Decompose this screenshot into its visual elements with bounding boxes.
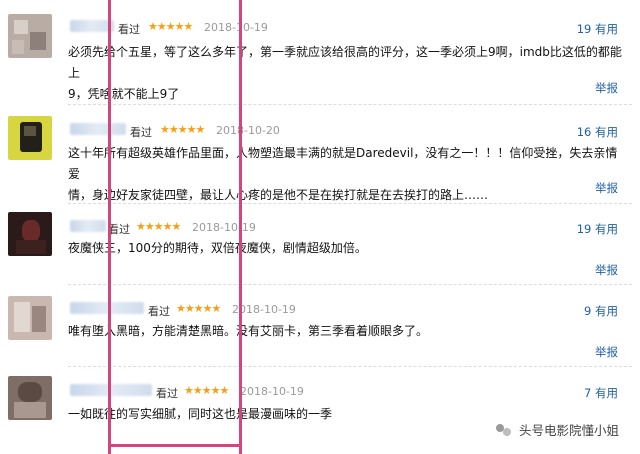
watched-label: 看过 [130,126,152,139]
useful-votes-button[interactable]: 16 有用 [577,124,618,140]
useful-votes-button[interactable]: 19 有用 [577,221,618,237]
review-date: 2018-10-19 [232,303,296,316]
review-date: 2018-10-19 [204,21,268,34]
report-link[interactable]: 举报 [595,80,618,96]
avatar[interactable] [8,116,52,160]
username[interactable] [70,302,144,314]
highlight-box-bottom [108,444,242,447]
watched-label: 看过 [156,387,178,400]
rating-stars: ★★★★★ [148,20,193,33]
review-line: 夜魔侠三，100分的期待，双倍夜魔侠，剧情超级加倍。 [68,241,367,255]
rating-stars: ★★★★★ [176,302,221,315]
report-link[interactable]: 举报 [595,262,618,278]
username[interactable] [70,123,126,135]
review-date: 2018-10-19 [240,385,304,398]
watched-label: 看过 [118,23,140,36]
divider [68,366,632,367]
review-date: 2018-10-19 [192,221,256,234]
avatar[interactable] [8,212,52,256]
chat-bubbles-icon [496,423,514,437]
avatar[interactable] [8,376,52,420]
review-content: 夜魔侠三，100分的期待，双倍夜魔侠，剧情超级加倍。 [68,238,624,259]
avatar[interactable] [8,296,52,340]
review-content: 这十年所有超级英雄作品里面，人物塑造最丰满的就是Daredevil，没有之一！！… [68,143,624,206]
review-content: 必须先给个五星，等了这么多年了，第一季就应该给很高的评分，这一季必须上9啊，im… [68,42,624,105]
rating-stars: ★★★★★ [184,384,229,397]
review-date: 2018-10-20 [216,124,280,137]
avatar[interactable] [8,14,52,58]
review-line: 必须先给个五星，等了这么多年了，第一季就应该给很高的评分，这一季必须上9啊，im… [68,45,622,80]
useful-votes-button[interactable]: 7 有用 [584,385,618,401]
watermark-text: 头号电影院懂小姐 [519,423,620,438]
username[interactable] [70,384,152,396]
divider [68,284,632,285]
report-link[interactable]: 举报 [595,344,618,360]
review-content: 唯有堕入黑暗，方能清楚黑暗。没有艾丽卡，第三季看着顺眼多了。 [68,321,624,342]
rating-stars: ★★★★★ [136,220,181,233]
divider [68,203,632,204]
review-line: 这十年所有超级英雄作品里面，人物塑造最丰满的就是Daredevil，没有之一！！… [68,146,618,181]
rating-stars: ★★★★★ [160,123,205,136]
review-line: 9，凭啥就不能上9了 [68,87,180,101]
watched-label: 看过 [148,305,170,318]
username[interactable] [70,220,106,232]
watched-label: 看过 [108,223,130,236]
username[interactable] [70,20,114,32]
divider [68,104,632,105]
useful-votes-button[interactable]: 9 有用 [584,303,618,319]
report-link[interactable]: 举报 [595,180,618,196]
useful-votes-button[interactable]: 19 有用 [577,21,618,37]
review-line: 唯有堕入黑暗，方能清楚黑暗。没有艾丽卡，第三季看着顺眼多了。 [68,324,429,338]
watermark: 头号电影院懂小姐 [496,420,619,439]
